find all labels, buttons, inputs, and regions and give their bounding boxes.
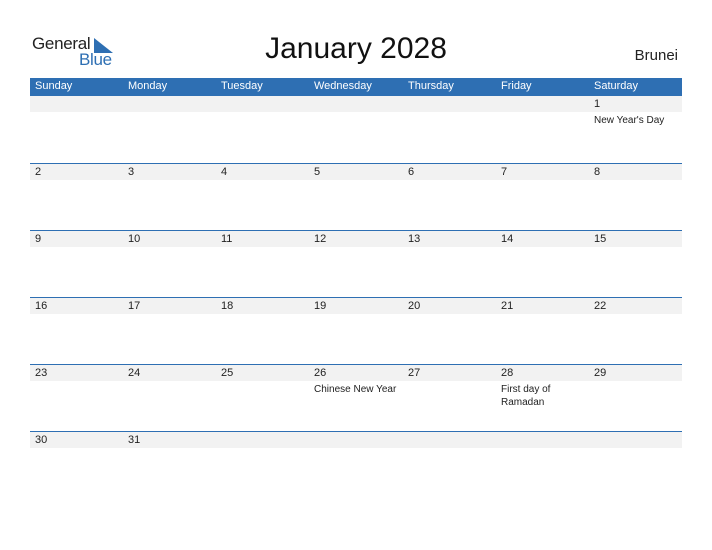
day-cell: 19	[309, 298, 402, 365]
day-cell: 9	[30, 231, 123, 298]
day-cell: 27	[403, 365, 496, 432]
day-number: 1	[594, 98, 601, 110]
day-number: 19	[314, 300, 327, 312]
day-cell: 10	[123, 231, 216, 298]
day-cell: 29	[589, 365, 682, 432]
day-number: 28	[501, 367, 514, 379]
week-row: 9 10 11 12 13 14 15	[30, 230, 682, 298]
day-cell	[589, 432, 682, 499]
day-number: 18	[221, 300, 234, 312]
weekday-wednesday: Wednesday	[314, 80, 372, 92]
day-number: 26	[314, 367, 327, 379]
day-cell: 1 New Year's Day	[589, 96, 682, 163]
day-cell: 4	[216, 164, 309, 231]
day-cell: 2	[30, 164, 123, 231]
day-cell: 30	[30, 432, 123, 499]
day-number: 30	[35, 434, 48, 446]
day-cell	[309, 432, 402, 499]
day-cell	[309, 96, 402, 163]
day-cell	[496, 432, 589, 499]
weekday-monday: Monday	[128, 80, 168, 92]
weekday-friday: Friday	[501, 80, 532, 92]
day-cell	[403, 432, 496, 499]
day-cell	[216, 432, 309, 499]
weekday-thursday: Thursday	[408, 80, 454, 92]
day-cell	[30, 96, 123, 163]
day-number: 24	[128, 367, 141, 379]
day-number: 10	[128, 233, 141, 245]
day-cell: 8	[589, 164, 682, 231]
day-cell: 22	[589, 298, 682, 365]
weekday-saturday: Saturday	[594, 80, 639, 92]
day-cell: 15	[589, 231, 682, 298]
day-cell: 11	[216, 231, 309, 298]
weekday-sunday: Sunday	[35, 80, 73, 92]
page-title: January 2028	[265, 32, 447, 65]
day-number: 14	[501, 233, 514, 245]
day-cell: 18	[216, 298, 309, 365]
day-cell: 3	[123, 164, 216, 231]
day-cell: 13	[403, 231, 496, 298]
day-number: 8	[594, 166, 601, 178]
day-number: 6	[408, 166, 415, 178]
week-row: 30 31	[30, 431, 682, 499]
day-cell	[403, 96, 496, 163]
day-cell: 21	[496, 298, 589, 365]
day-cell: 6	[403, 164, 496, 231]
day-cell: 25	[216, 365, 309, 432]
day-number: 27	[408, 367, 421, 379]
week-row: 1 New Year's Day	[30, 96, 682, 163]
day-number: 31	[128, 434, 141, 446]
week-row: 23 24 25 26 Chinese New Year 27 28 First day of…	[30, 364, 682, 432]
day-number: 2	[35, 166, 42, 178]
weekday-header: Sunday Monday Tuesday Wednesday Thursday Frid…	[30, 78, 682, 96]
day-cell: 7	[496, 164, 589, 231]
day-number: 3	[128, 166, 135, 178]
day-cell: 5	[309, 164, 402, 231]
day-number: 4	[221, 166, 228, 178]
day-cell	[496, 96, 589, 163]
day-number: 12	[314, 233, 327, 245]
day-number: 29	[594, 367, 607, 379]
holiday-label: Chinese New Year	[314, 384, 397, 395]
day-cell: 26 Chinese New Year	[309, 365, 402, 432]
day-number: 9	[35, 233, 42, 245]
day-number: 16	[35, 300, 48, 312]
day-cell	[216, 96, 309, 163]
day-cell: 14	[496, 231, 589, 298]
day-number: 7	[501, 166, 508, 178]
day-cell: 28 First day of Ramadan	[496, 365, 589, 432]
country-label: Brunei	[634, 47, 678, 64]
day-cell: 20	[403, 298, 496, 365]
day-number: 15	[594, 233, 607, 245]
day-number: 23	[35, 367, 48, 379]
holiday-label: First day of Ramadan	[501, 384, 551, 408]
week-row: 2 3 4 5 6 7 8	[30, 163, 682, 231]
holiday-label: New Year's Day	[594, 115, 665, 126]
day-cell: 12	[309, 231, 402, 298]
day-cell: 17	[123, 298, 216, 365]
day-number: 20	[408, 300, 421, 312]
day-number: 13	[408, 233, 421, 245]
day-number: 22	[594, 300, 607, 312]
day-cell: 31	[123, 432, 216, 499]
week-row: 16 17 18 19 20 21 22	[30, 297, 682, 365]
day-cell: 23	[30, 365, 123, 432]
day-cell: 16	[30, 298, 123, 365]
day-number: 5	[314, 166, 321, 178]
day-number: 25	[221, 367, 234, 379]
day-cell	[123, 96, 216, 163]
day-number: 11	[221, 233, 233, 245]
day-cell: 24	[123, 365, 216, 432]
day-number: 21	[501, 300, 514, 312]
day-number: 17	[128, 300, 141, 312]
weekday-tuesday: Tuesday	[221, 80, 263, 92]
